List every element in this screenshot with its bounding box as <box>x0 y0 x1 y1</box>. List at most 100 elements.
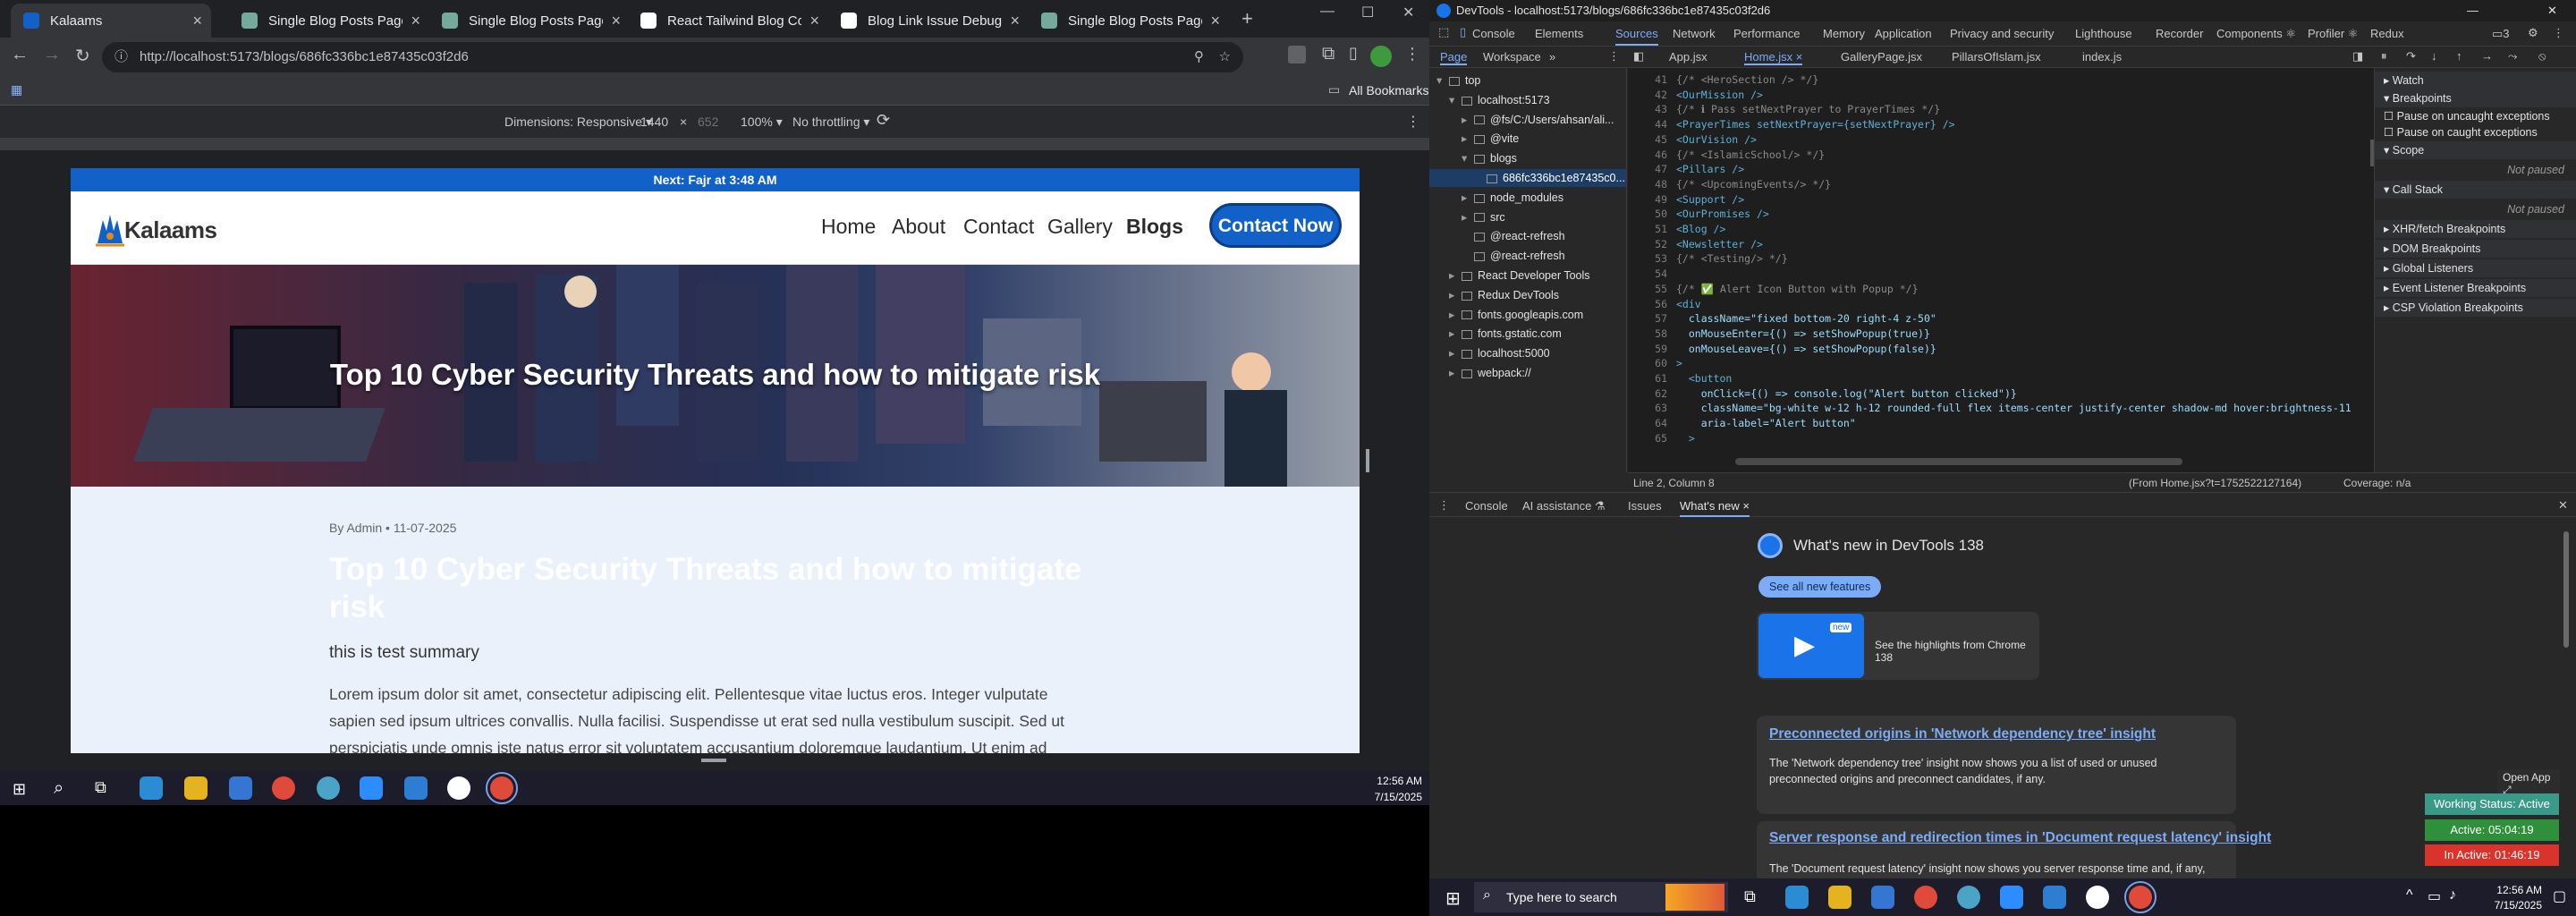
nav-blogs[interactable]: Blogs <box>1126 215 1183 239</box>
debugger-section[interactable]: Not paused <box>2375 200 2576 218</box>
line-number[interactable]: 53 <box>1631 252 1667 265</box>
debugger-section[interactable]: ▾ Call Stack <box>2375 181 2576 199</box>
height-input[interactable]: 652 <box>698 114 718 129</box>
toggle-navigator-icon[interactable]: ◧ <box>1633 49 1644 64</box>
edge-icon-2[interactable] <box>1785 886 1809 909</box>
chrome-icon-2[interactable] <box>1914 886 1937 909</box>
file-explorer-icon-2[interactable] <box>1828 886 1852 909</box>
step-into-icon[interactable]: ↓ <box>2431 49 2437 63</box>
device-more-icon[interactable]: ⋮ <box>1406 113 1420 131</box>
panel-tab[interactable]: Profiler ⚛ <box>2308 27 2358 41</box>
file-tab[interactable]: index.js <box>2082 50 2122 64</box>
video-thumbnail[interactable]: ▶ new <box>1758 614 1864 678</box>
task-view-icon-2[interactable]: ⧉ <box>1744 887 1756 906</box>
network-icon[interactable]: ▭ <box>2428 887 2441 905</box>
stop-icon[interactable]: ⦸ <box>2538 49 2546 64</box>
panel-tab[interactable]: Redux <box>2370 27 2404 40</box>
panel-tab[interactable]: Lighthouse <box>2075 27 2132 40</box>
profile-avatar[interactable] <box>1370 46 1392 67</box>
browser-tab[interactable]: Single Blog Posts Page Desig × <box>1029 4 1229 38</box>
line-number[interactable]: 50 <box>1631 208 1667 220</box>
browser-tab[interactable]: Single Blog Posts Page Desig × <box>429 4 630 38</box>
editor-hscroll[interactable] <box>1735 458 2182 465</box>
editor-more-icon[interactable]: ◨ <box>2352 49 2363 64</box>
volume-icon[interactable]: ♪ <box>2449 887 2456 903</box>
taskbar-clock-left[interactable]: 12:56 AM 7/15/2025 <box>1342 775 1422 803</box>
tree-item[interactable]: @react-refresh <box>1429 227 1626 245</box>
line-number[interactable]: 42 <box>1631 89 1667 101</box>
drawer-tab-console[interactable]: Console <box>1465 499 1508 513</box>
browser-tab[interactable]: React Tailwind Blog Convers × <box>628 4 828 38</box>
site-logo[interactable]: Kalaams <box>92 211 217 247</box>
feature-link-1[interactable]: Preconnected origins in 'Network depende… <box>1769 726 2156 742</box>
file-tab[interactable]: App.jsx <box>1669 50 1707 64</box>
nav-tab-page[interactable]: Page <box>1440 50 1468 65</box>
debugger-section[interactable]: ☐ Pause on caught exceptions <box>2375 123 2576 141</box>
zoom-select[interactable]: 100% ▾ <box>741 114 783 130</box>
line-number[interactable]: 49 <box>1631 193 1667 206</box>
close-window-icon[interactable]: ✕ <box>1402 4 1414 21</box>
debugger-section[interactable]: ▸ Global Listeners <box>2375 259 2576 277</box>
app-icon-2[interactable] <box>1957 886 1980 909</box>
chrome-active-icon-2[interactable] <box>2124 881 2157 913</box>
step-over-icon[interactable]: ↷ <box>2406 49 2416 64</box>
taskbar-search-icon[interactable]: ⌕ <box>54 778 64 799</box>
line-number[interactable]: 64 <box>1631 417 1667 429</box>
line-number[interactable]: 46 <box>1631 148 1667 161</box>
taskbar-search-box[interactable]: ⌕ Type here to search <box>1474 882 1728 912</box>
line-number[interactable]: 51 <box>1631 223 1667 235</box>
debugger-section[interactable]: Not paused <box>2375 161 2576 179</box>
file-tab[interactable]: GalleryPage.jsx <box>1841 50 1922 64</box>
step-icon[interactable]: → <box>2481 49 2493 63</box>
resize-handle-right[interactable] <box>1366 449 1369 472</box>
extension-icon[interactable] <box>1288 46 1306 64</box>
browser-tab[interactable]: Blog Link Issue Debugging × <box>828 4 1029 38</box>
line-number[interactable]: 43 <box>1631 103 1667 115</box>
panel-tab[interactable]: Application <box>1875 27 1932 40</box>
device-mode-icon[interactable]: ▯ <box>1460 25 1466 39</box>
sidebar-icon[interactable]: ▯ <box>1349 44 1358 63</box>
debugger-section[interactable]: ▸ DOM Breakpoints <box>2375 240 2576 258</box>
back-icon[interactable]: ← <box>11 45 29 65</box>
debugger-section[interactable]: ▸ XHR/fetch Breakpoints <box>2375 220 2576 238</box>
inspect-icon[interactable]: ⬚ <box>1438 25 1449 39</box>
vscode-icon-2[interactable] <box>2043 886 2066 909</box>
dimensions-select[interactable]: Dimensions: Responsive ▾ <box>504 114 652 130</box>
drawer-tab-whats-new[interactable]: What's new × <box>1680 499 1750 517</box>
video-card[interactable]: ▶ new See the highlights from Chrome 138 <box>1757 612 2039 680</box>
panel-tab[interactable]: Memory <box>1823 27 1865 40</box>
deactivate-breakpoints-icon[interactable]: ⤳ <box>2508 49 2517 64</box>
new-tab-button[interactable]: + <box>1241 7 1253 30</box>
line-number[interactable]: 41 <box>1631 73 1667 86</box>
media-icon[interactable] <box>447 776 470 800</box>
extensions-puzzle-icon[interactable]: ⧉ <box>1322 44 1335 64</box>
file-tab[interactable]: Home.jsx × <box>1744 50 1803 65</box>
panel-tab[interactable]: Components ⚛ <box>2216 27 2296 41</box>
debugger-section[interactable]: ▾ Breakpoints <box>2375 89 2576 107</box>
tree-item[interactable]: 686fc336bc1e87435c0... <box>1429 169 1626 187</box>
address-bar[interactable]: ⓘ http://localhost:5173/blogs/686fc336bc… <box>102 42 1243 72</box>
debugger-section[interactable]: ▸ Watch <box>2375 72 2576 89</box>
tree-item[interactable]: ▸ fonts.googleapis.com <box>1429 306 1626 324</box>
store-icon[interactable] <box>229 776 252 800</box>
edge-icon[interactable] <box>140 776 163 800</box>
app-icon[interactable] <box>317 776 340 800</box>
taskbar-clock-right[interactable]: 12:56 AM 7/15/2025 <box>2472 884 2542 912</box>
tab-close-icon[interactable]: × <box>1210 12 1220 30</box>
width-input[interactable]: 1440 <box>640 114 668 129</box>
nav-tab-workspace[interactable]: Workspace <box>1483 50 1541 64</box>
line-number[interactable]: 52 <box>1631 238 1667 250</box>
tree-item[interactable]: ▸ @vite <box>1429 130 1626 148</box>
see-all-features-button[interactable]: See all new features <box>1758 576 1882 598</box>
pause-icon[interactable]: ⏸ <box>2381 49 2387 64</box>
issues-badge-icon[interactable]: ▭3 <box>2492 27 2510 41</box>
drawer-menu-icon[interactable]: ⋮ <box>1438 498 1450 513</box>
line-number[interactable]: 56 <box>1631 298 1667 310</box>
contact-now-button[interactable]: Contact Now <box>1209 203 1342 248</box>
menu-kebab-icon[interactable]: ⋮ <box>1404 45 1420 64</box>
tab-close-icon[interactable]: × <box>1010 12 1020 30</box>
windows-start-icon-2[interactable]: ⊞ <box>1445 887 1461 910</box>
tab-close-icon[interactable]: × <box>611 12 621 30</box>
tray-chevron-icon[interactable]: ^ <box>2406 887 2413 903</box>
tree-item[interactable]: ▸ @fs/C:/Users/ahsan/ali... <box>1429 111 1626 129</box>
